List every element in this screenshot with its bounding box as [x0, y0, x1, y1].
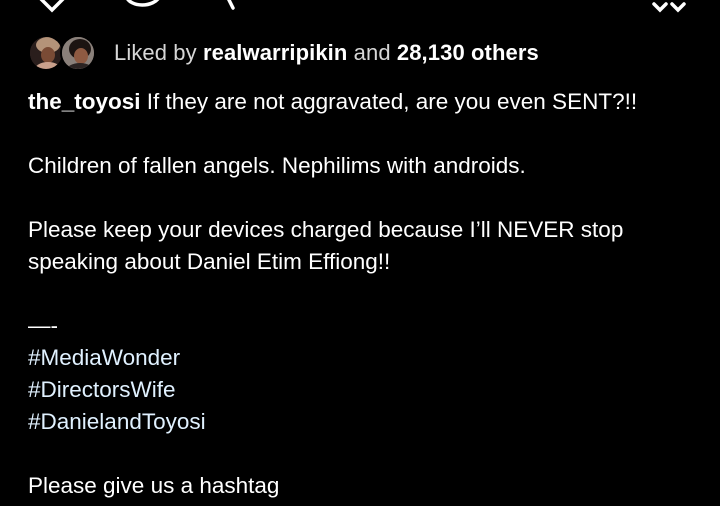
share-icon[interactable] — [224, 0, 236, 14]
caption-line: Please give us a hashtag — [28, 473, 280, 498]
liked-by-prefix: Liked by — [114, 40, 197, 65]
liker-avatars — [28, 33, 102, 73]
likes-text: Liked by realwarripikin and 28,130 other… — [114, 40, 539, 66]
caption-line: Children of fallen angels. Nephilims wit… — [28, 153, 526, 178]
caption-divider: —- — [28, 313, 58, 338]
caption-line: speaking about Daniel Etim Effiong!! — [28, 249, 391, 274]
caption-line: If they are not aggravated, are you even… — [146, 89, 638, 114]
post-caption: the_toyosi If they are not aggravated, a… — [28, 86, 708, 502]
hashtag-link[interactable]: #DanielandToyosi — [28, 406, 708, 438]
caption-username[interactable]: the_toyosi — [28, 89, 141, 114]
avatar — [60, 35, 96, 71]
post-action-bar — [0, 0, 720, 14]
liked-by-others-link[interactable]: 28,130 others — [397, 40, 539, 65]
like-icon[interactable] — [34, 0, 74, 14]
avatar — [28, 35, 64, 71]
liked-by-and: and — [353, 40, 391, 65]
liked-by-user-link[interactable]: realwarripikin — [203, 40, 347, 65]
caption-line: Please keep your devices charged because… — [28, 217, 624, 242]
comment-icon[interactable] — [120, 0, 166, 14]
hashtag-link[interactable]: #DirectorsWife — [28, 374, 708, 406]
hashtag-link[interactable]: #MediaWonder — [28, 342, 708, 374]
save-icon[interactable] — [650, 0, 690, 14]
likes-summary[interactable]: Liked by realwarripikin and 28,130 other… — [28, 33, 539, 73]
